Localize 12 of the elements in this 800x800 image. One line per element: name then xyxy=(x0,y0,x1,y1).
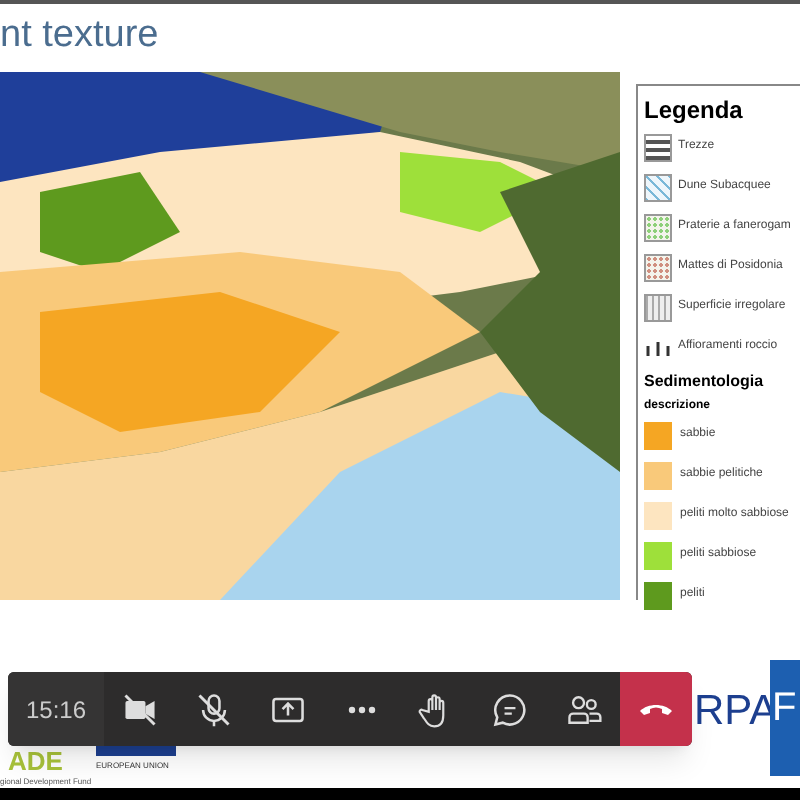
call-timer: 15:16 xyxy=(8,672,104,746)
more-icon xyxy=(348,705,376,713)
chat-icon xyxy=(489,689,530,729)
legend-section-title: Sedimentologia xyxy=(644,372,766,392)
legend-title: Legenda xyxy=(644,94,745,126)
slide-title: nt texture xyxy=(0,12,161,60)
logo-text: ADE xyxy=(6,748,65,776)
logo-box: F xyxy=(770,660,800,776)
microphone-off-icon xyxy=(194,689,235,729)
hang-up-icon xyxy=(640,703,673,715)
camera-off-icon xyxy=(120,689,161,729)
hang-up-button[interactable] xyxy=(620,672,692,746)
